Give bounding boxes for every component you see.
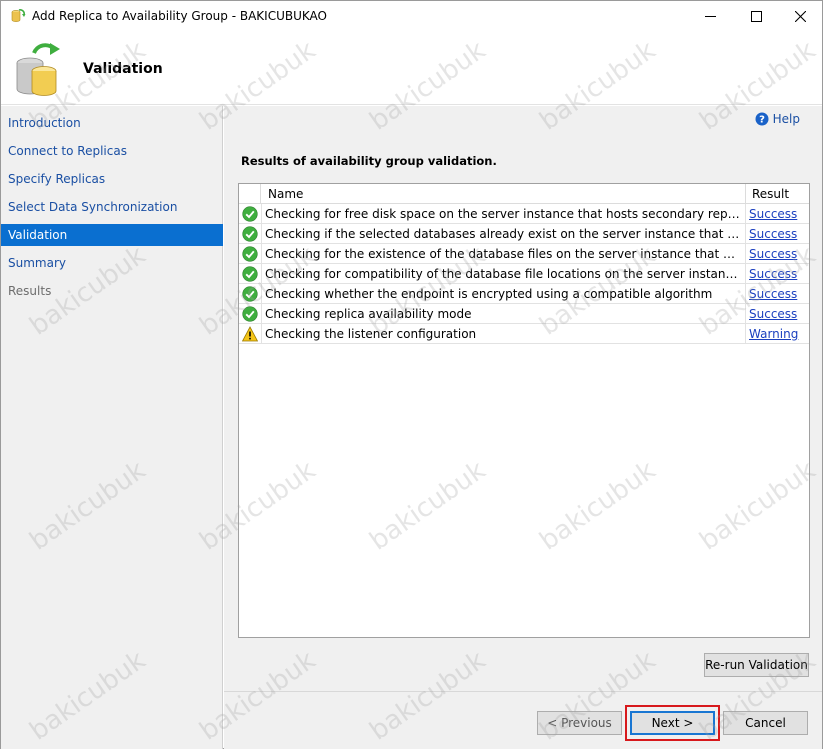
- row-result-link[interactable]: Success: [749, 227, 797, 241]
- row-result-link[interactable]: Success: [749, 247, 797, 261]
- cell-separator: [261, 224, 262, 244]
- wizard-window: Add Replica to Availability Group - BAKI…: [0, 0, 823, 749]
- cell-separator: [745, 264, 746, 284]
- table-row[interactable]: Checking for compatibility of the databa…: [239, 264, 809, 284]
- minimize-button[interactable]: [687, 1, 733, 31]
- row-result-link[interactable]: Success: [749, 267, 797, 281]
- success-icon: [242, 286, 258, 302]
- help-label: Help: [772, 112, 800, 126]
- row-result-link[interactable]: Success: [749, 287, 797, 301]
- help-icon: ?: [755, 112, 769, 126]
- sidebar-item-introduction[interactable]: Introduction: [1, 112, 223, 134]
- table-row[interactable]: Checking if the selected databases alrea…: [239, 224, 809, 244]
- sidebar-item-connect-to-replicas[interactable]: Connect to Replicas: [1, 140, 223, 162]
- cell-separator: [261, 284, 262, 304]
- success-icon: [242, 306, 258, 322]
- close-icon: [794, 10, 806, 22]
- row-name: Checking the listener configuration: [265, 327, 477, 341]
- cell-separator: [261, 304, 262, 324]
- success-icon: [242, 226, 258, 242]
- cell-separator: [261, 324, 262, 344]
- cell-separator: [261, 264, 262, 284]
- row-name: Checking replica availability mode: [265, 307, 472, 321]
- success-icon: [242, 206, 258, 222]
- cell-separator: [745, 304, 746, 324]
- next-button[interactable]: Next >: [630, 711, 715, 735]
- row-result-link[interactable]: Success: [749, 307, 797, 321]
- svg-text:?: ?: [759, 115, 765, 126]
- footer-divider: [224, 691, 822, 692]
- grid-header: Name Result: [239, 184, 809, 204]
- sidebar-item-validation[interactable]: Validation: [1, 224, 223, 246]
- row-name: Checking for free disk space on the serv…: [265, 207, 741, 221]
- table-row[interactable]: Checking the listener configuration Warn…: [239, 324, 809, 344]
- row-name: Checking for compatibility of the databa…: [265, 267, 741, 281]
- success-icon: [242, 246, 258, 262]
- table-row[interactable]: Checking for the existence of the databa…: [239, 244, 809, 264]
- grid-header-icon-column: [239, 184, 261, 204]
- cell-separator: [745, 324, 746, 344]
- row-name: Checking whether the endpoint is encrypt…: [265, 287, 713, 301]
- cell-separator: [745, 284, 746, 304]
- cancel-button[interactable]: Cancel: [723, 711, 808, 735]
- wizard-header: Validation: [1, 31, 822, 105]
- row-name: Checking if the selected databases alrea…: [265, 227, 741, 241]
- cell-separator: [745, 224, 746, 244]
- sql-server-app-icon: [11, 9, 26, 22]
- previous-button[interactable]: < Previous: [537, 711, 622, 735]
- validation-results-grid: Name Result Checking for free disk space…: [238, 183, 810, 638]
- cell-separator: [745, 244, 746, 264]
- cell-separator: [261, 244, 262, 264]
- wizard-sidebar: Introduction Connect to Replicas Specify…: [1, 106, 223, 749]
- column-separator: [745, 184, 746, 204]
- row-result-link[interactable]: Warning: [749, 327, 798, 341]
- sidebar-item-specify-replicas[interactable]: Specify Replicas: [1, 168, 223, 190]
- sidebar-item-select-data-synchronization[interactable]: Select Data Synchronization: [1, 196, 223, 218]
- table-row[interactable]: Checking for free disk space on the serv…: [239, 204, 809, 224]
- column-header-name[interactable]: Name: [268, 187, 303, 201]
- maximize-button[interactable]: [733, 1, 779, 31]
- minimize-icon: [704, 15, 716, 17]
- sidebar-item-summary[interactable]: Summary: [1, 252, 223, 274]
- results-heading: Results of availability group validation…: [241, 154, 497, 168]
- cell-separator: [261, 204, 262, 224]
- warning-icon: [242, 326, 258, 342]
- close-button[interactable]: [777, 1, 823, 31]
- success-icon: [242, 266, 258, 282]
- row-name: Checking for the existence of the databa…: [265, 247, 741, 261]
- window-title: Add Replica to Availability Group - BAKI…: [32, 9, 327, 23]
- page-title: Validation: [83, 61, 163, 77]
- row-result-link[interactable]: Success: [749, 207, 797, 221]
- table-row[interactable]: Checking whether the endpoint is encrypt…: [239, 284, 809, 304]
- help-link[interactable]: ? Help: [755, 112, 800, 126]
- sidebar-item-results: Results: [8, 284, 52, 298]
- rerun-validation-button[interactable]: Re-run Validation: [704, 653, 809, 677]
- column-header-result[interactable]: Result: [752, 187, 789, 201]
- cell-separator: [745, 204, 746, 224]
- table-row[interactable]: Checking replica availability mode Succe…: [239, 304, 809, 324]
- maximize-icon: [750, 10, 762, 22]
- wizard-main: ? Help Results of availability group val…: [224, 106, 822, 749]
- title-bar: Add Replica to Availability Group - BAKI…: [1, 1, 822, 31]
- database-replica-icon: [16, 43, 60, 96]
